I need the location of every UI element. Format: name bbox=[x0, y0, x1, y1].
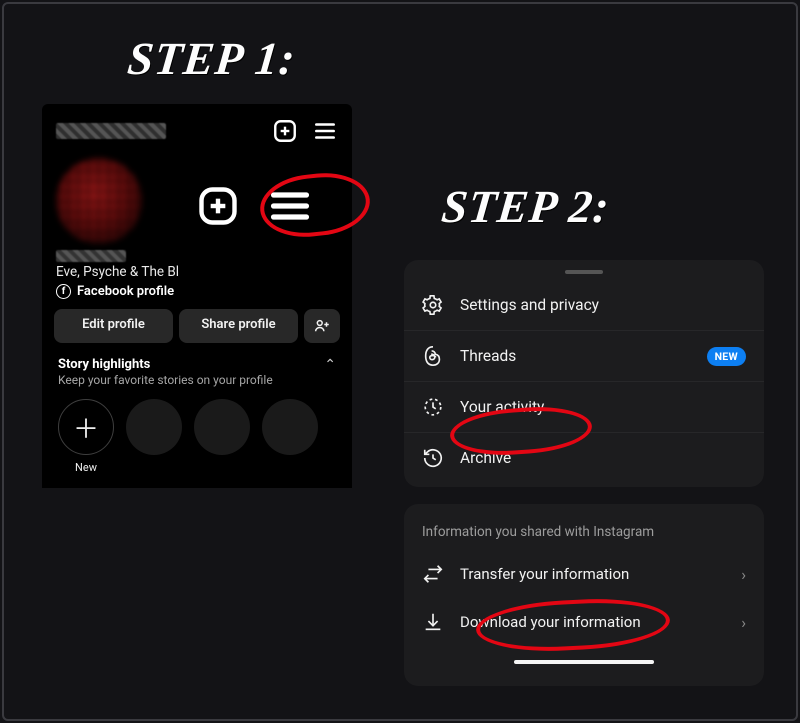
download-information-item[interactable]: Download your information › bbox=[404, 598, 764, 646]
info-header: Information you shared with Instagram bbox=[404, 524, 764, 550]
add-highlight-label: New bbox=[58, 461, 114, 474]
information-panel: Information you shared with Instagram Tr… bbox=[404, 504, 764, 686]
info-label: Transfer your information bbox=[460, 565, 725, 583]
discover-people-button[interactable] bbox=[304, 309, 340, 343]
menu-label: Threads bbox=[460, 347, 691, 365]
top-right-icons bbox=[272, 118, 338, 144]
step-2-label: STEP 2: bbox=[439, 180, 612, 233]
highlights-subtitle: Keep your favorite stories on your profi… bbox=[58, 373, 273, 387]
step-1-label: STEP 1: bbox=[125, 32, 298, 85]
menu-your-activity[interactable]: Your activity bbox=[404, 382, 764, 433]
hamburger-menu-icon-large bbox=[268, 184, 312, 228]
facebook-icon: f bbox=[56, 284, 71, 299]
facebook-profile-label: Facebook profile bbox=[77, 284, 174, 299]
display-name-redacted bbox=[56, 250, 126, 262]
add-highlight-button[interactable]: ＋ New bbox=[58, 399, 114, 474]
transfer-information-item[interactable]: Transfer your information › bbox=[404, 550, 764, 598]
menu-sheet: Settings and privacy Threads NEW Your ac… bbox=[404, 260, 764, 487]
add-post-icon[interactable] bbox=[272, 118, 298, 144]
empty-highlight-slot bbox=[262, 399, 318, 455]
empty-highlight-slot bbox=[194, 399, 250, 455]
username-redacted bbox=[56, 123, 166, 139]
share-profile-button[interactable]: Share profile bbox=[179, 309, 298, 343]
chevron-right-icon: › bbox=[741, 565, 746, 584]
menu-label: Archive bbox=[460, 449, 746, 467]
menu-label: Your activity bbox=[460, 398, 746, 416]
menu-threads[interactable]: Threads NEW bbox=[404, 331, 764, 382]
profile-screen: Eve, Psyche & The Bl f Facebook profile … bbox=[42, 104, 352, 488]
profile-top-bar bbox=[50, 114, 344, 152]
add-post-icon-large bbox=[196, 184, 240, 228]
avatar-redacted bbox=[56, 158, 142, 244]
story-highlights-section: Story highlights Keep your favorite stor… bbox=[50, 357, 344, 474]
empty-highlight-slot bbox=[126, 399, 182, 455]
home-indicator bbox=[514, 660, 654, 664]
chevron-right-icon: › bbox=[741, 613, 746, 632]
highlights-title: Story highlights bbox=[58, 357, 273, 372]
bio-text: Eve, Psyche & The Bl bbox=[56, 264, 344, 280]
facebook-profile-link[interactable]: f Facebook profile bbox=[56, 284, 344, 299]
menu-archive[interactable]: Archive bbox=[404, 433, 764, 483]
menu-label: Settings and privacy bbox=[460, 296, 746, 314]
sheet-grabber[interactable] bbox=[565, 270, 603, 274]
chevron-up-icon[interactable]: ⌃ bbox=[324, 357, 336, 373]
enlarged-icons-callout bbox=[196, 184, 312, 228]
info-label: Download your information bbox=[460, 613, 725, 631]
hamburger-menu-icon[interactable] bbox=[312, 118, 338, 144]
edit-profile-button[interactable]: Edit profile bbox=[54, 309, 173, 343]
new-badge: NEW bbox=[707, 347, 746, 366]
menu-settings-privacy[interactable]: Settings and privacy bbox=[404, 280, 764, 331]
profile-action-row: Edit profile Share profile bbox=[50, 309, 344, 343]
